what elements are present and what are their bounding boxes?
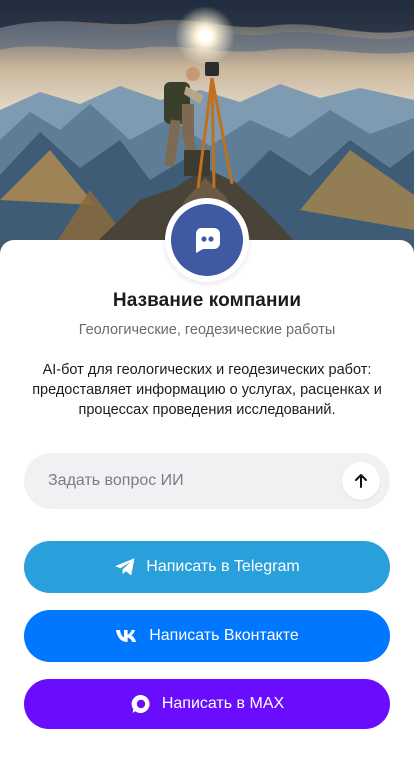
- company-avatar: [165, 198, 249, 282]
- avatar-circle: [171, 204, 243, 276]
- vk-icon: [116, 630, 137, 642]
- send-button[interactable]: [342, 462, 380, 500]
- bot-landing-page: Название компании Геологические, геодези…: [0, 0, 414, 770]
- max-icon: [131, 694, 150, 713]
- company-description: AI-бот для геологических и геодезических…: [32, 362, 382, 418]
- arrow-up-icon: [355, 474, 367, 488]
- max-button[interactable]: Написать в MAX: [24, 679, 390, 729]
- telegram-button-label: Написать в Telegram: [146, 558, 300, 575]
- ask-ai-field[interactable]: [24, 453, 390, 509]
- company-name: Название компании: [112, 290, 302, 311]
- ask-ai-input[interactable]: [48, 472, 342, 490]
- max-button-label: Написать в MAX: [161, 695, 285, 712]
- vk-button[interactable]: Написать Вконтакте: [24, 610, 390, 662]
- telegram-icon: [115, 558, 135, 576]
- telegram-button[interactable]: Написать в Telegram: [24, 541, 390, 593]
- chat-bot-icon: [195, 228, 220, 253]
- company-category: Геологические, геодезические работы: [78, 322, 336, 338]
- vk-button-label: Написать Вконтакте: [149, 627, 299, 644]
